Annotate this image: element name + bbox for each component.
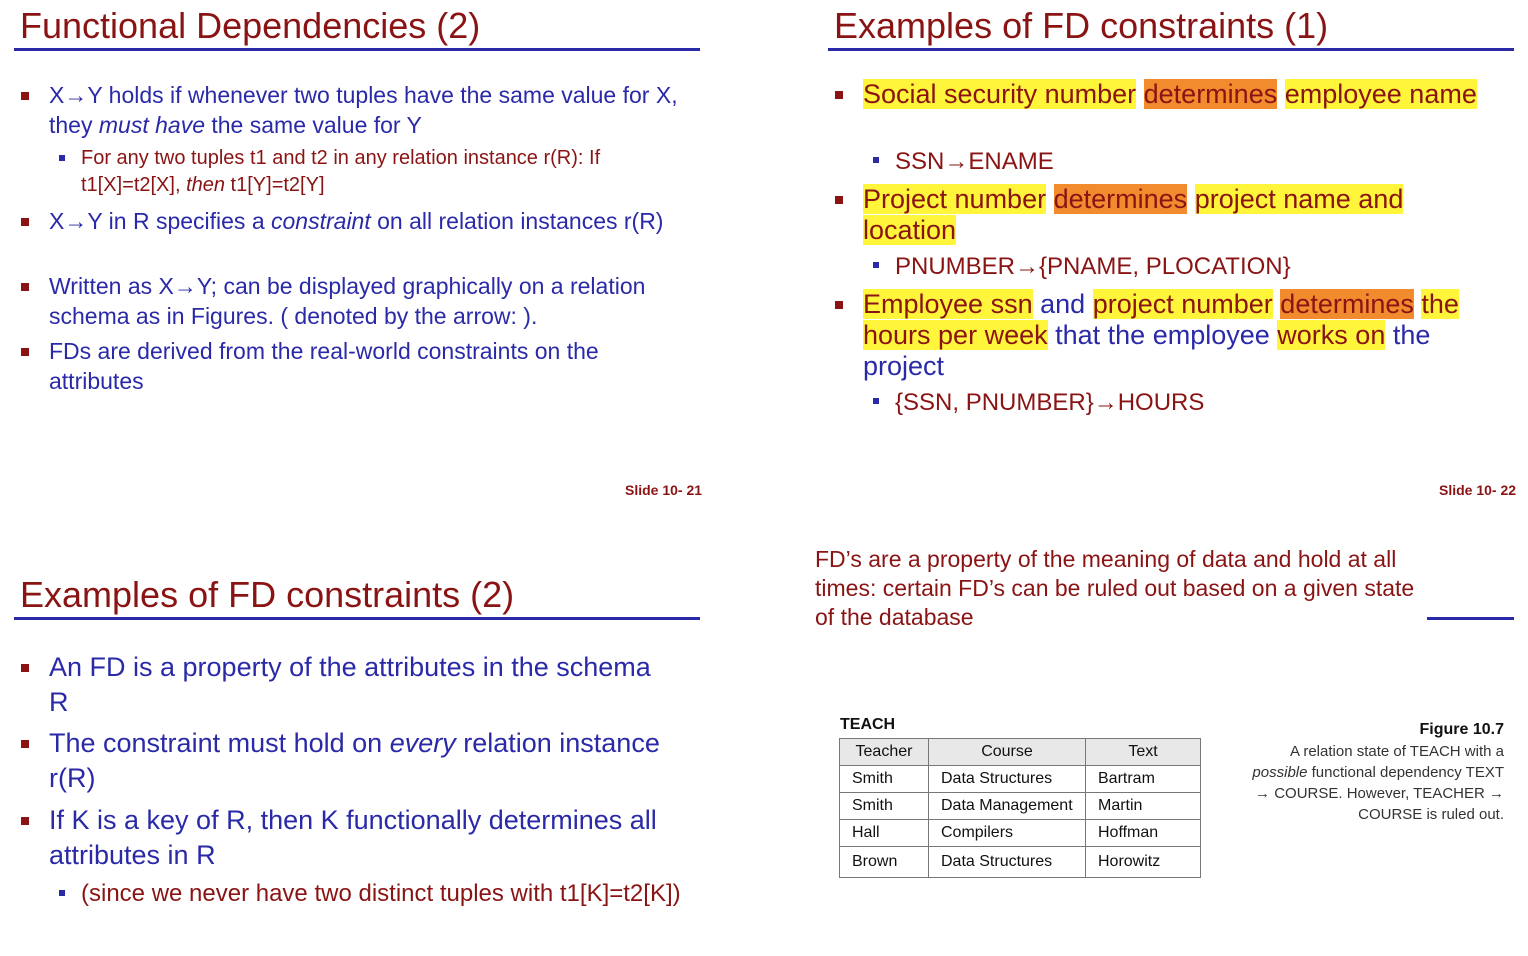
slide-title: Functional Dependencies (2) [20, 5, 481, 46]
bullet-written-as: Written as X→Y; can be displayed graphic… [21, 271, 689, 331]
bullet-marker [21, 348, 29, 356]
highlight-orange: determines [1143, 79, 1278, 109]
bullet-marker [873, 157, 879, 163]
teach-table: Teacher Course Text Smith Data Structure… [839, 738, 1201, 878]
bullet-marker [835, 301, 843, 309]
subbullet-ssn-ename: SSN→ENAME [873, 147, 1495, 176]
bullet-key: If K is a key of R, then K functionally … [21, 803, 689, 873]
header-teacher: Teacher [839, 738, 929, 766]
bullet-derived: FDs are derived from the real-world cons… [21, 336, 689, 396]
bullet-marker [21, 218, 29, 226]
slide-number: Slide 10- 22 [1439, 482, 1517, 498]
table-row: Smith Data Management Martin [839, 792, 1201, 820]
highlight-yellow: works on [1277, 320, 1386, 350]
highlight-yellow: Social security number [863, 79, 1137, 109]
bullet-marker [21, 817, 29, 825]
subbullet-tuples: For any two tuples t1 and t2 in any rela… [59, 145, 691, 199]
table-row: Hall Compilers Hoffman [839, 819, 1201, 847]
subbullet-hours: {SSN, PNUMBER}→HOURS [873, 388, 1495, 417]
highlight-yellow: Employee ssn [863, 289, 1033, 319]
bullet-marker [59, 890, 65, 896]
highlight-orange: determines [1053, 184, 1188, 214]
title-underline [1427, 617, 1514, 620]
bullet-ssn: Social security number determines employ… [835, 79, 1503, 110]
title-underline [14, 617, 700, 620]
bullet-constraint: X→Y in R specifies a constraint on all r… [21, 206, 689, 236]
bullet-constraint-every: The constraint must hold on every relati… [21, 726, 669, 796]
bullet-marker [59, 155, 65, 161]
table-row: Brown Data Structures Horowitz [839, 846, 1201, 878]
bullet-employee-ssn: Employee ssn and project number determin… [835, 289, 1503, 382]
bullet-marker [21, 740, 29, 748]
table-header-row: Teacher Course Text [839, 738, 1201, 766]
bullet-marker [835, 91, 843, 99]
bullet-project-number: Project number determines project name a… [835, 184, 1503, 246]
bullet-fd-property: An FD is a property of the attributes in… [21, 650, 669, 720]
slide-title: Examples of FD constraints (2) [20, 574, 515, 615]
header-text: Text [1085, 738, 1201, 766]
figure-title: Figure 10.7 [1419, 721, 1504, 738]
slide-number: Slide 10- 21 [625, 482, 703, 498]
title-underline [828, 48, 1514, 51]
header-course: Course [928, 738, 1086, 766]
title-underline [14, 48, 700, 51]
highlight-yellow: employee name [1284, 79, 1477, 109]
bullet-marker [873, 398, 879, 404]
subbullet-distinct-tuples: (since we never have two distinct tuples… [59, 878, 681, 910]
slide-title: Examples of FD constraints (1) [834, 5, 1329, 46]
figure-caption: A relation state of TEACH with a possibl… [1252, 743, 1504, 823]
table-label: TEACH [840, 716, 896, 733]
bullet-marker [835, 196, 843, 204]
bullet-fd-definition: X→Y holds if whenever two tuples have th… [21, 80, 689, 140]
highlight-yellow: project number [1092, 289, 1273, 319]
subbullet-pnumber: PNUMBER→{PNAME, PLOCATION} [873, 252, 1495, 281]
highlight-orange: determines [1280, 289, 1414, 319]
bullet-marker [873, 262, 879, 268]
bullet-marker [21, 92, 29, 100]
fd-note: FD’s are a property of the meaning of da… [815, 546, 1415, 630]
highlight-yellow: Project number [863, 184, 1047, 214]
bullet-marker [21, 664, 29, 672]
table-row: Smith Data Structures Bartram [839, 765, 1201, 793]
bullet-marker [21, 283, 29, 291]
